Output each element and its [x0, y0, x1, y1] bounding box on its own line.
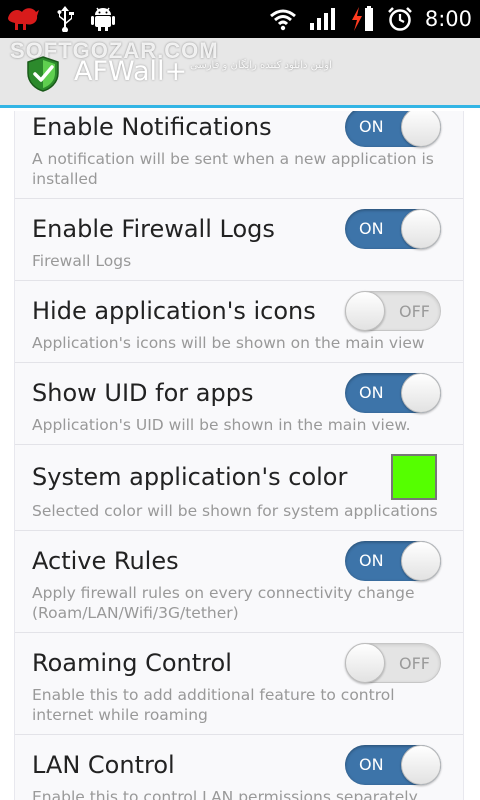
status-bar: 8:00 — [0, 0, 480, 38]
toggle-label: ON — [359, 755, 384, 774]
pref-summary: Application's icons will be shown on the… — [32, 334, 425, 352]
action-bar: SOFTGOZAR.COM اولین دانلود کننده رایگان … — [0, 38, 480, 108]
toggle-label: OFF — [399, 654, 430, 673]
pref-title: LAN Control — [32, 751, 175, 779]
pref-roaming-control[interactable]: Roaming Control Enable this to add addit… — [15, 633, 463, 735]
pref-title: Hide application's icons — [32, 297, 316, 325]
status-time: 8:00 — [424, 7, 472, 31]
pref-summary: Selected color will be shown for system … — [32, 502, 438, 520]
pref-lan-control[interactable]: LAN Control Enable this to control LAN p… — [15, 735, 463, 800]
toggle-knob — [401, 541, 441, 581]
toggle-knob — [401, 373, 441, 413]
toggle-knob — [401, 745, 441, 785]
toggle-label: ON — [359, 383, 384, 402]
battery-charging-icon — [351, 6, 373, 31]
toggle-knob — [401, 209, 441, 249]
alarm-clock-icon — [387, 7, 412, 31]
toggle-label: OFF — [399, 302, 430, 321]
pref-active-rules[interactable]: Active Rules Apply firewall rules on eve… — [15, 531, 463, 633]
pref-title: Enable Notifications — [32, 113, 272, 141]
show-uid-toggle[interactable]: ON — [345, 373, 441, 413]
toggle-label: ON — [359, 219, 384, 238]
pref-show-uid[interactable]: Show UID for apps Application's UID will… — [15, 363, 463, 445]
toggle-knob — [401, 111, 441, 147]
pref-summary: Enable this to control LAN permissions s… — [32, 788, 418, 800]
toggle-label: ON — [359, 117, 384, 136]
signal-icon — [309, 8, 335, 30]
hide-icons-toggle[interactable]: OFF — [345, 291, 441, 331]
active-rules-toggle[interactable]: ON — [345, 541, 441, 581]
roaming-control-toggle[interactable]: OFF — [345, 643, 441, 683]
pref-title: Show UID for apps — [32, 379, 254, 407]
pref-summary: A notification will be sent when a new a… — [32, 150, 434, 188]
android-debug-icon — [91, 7, 115, 31]
pref-title: Enable Firewall Logs — [32, 215, 275, 243]
notifications-toggle[interactable]: ON — [345, 111, 441, 147]
pref-summary: Apply firewall rules on every connectivi… — [32, 584, 415, 622]
firewall-logs-toggle[interactable]: ON — [345, 209, 441, 249]
color-swatch[interactable] — [391, 454, 437, 500]
app-title: AFWall+ — [74, 56, 188, 87]
pref-hide-app-icons[interactable]: Hide application's icons Application's i… — [15, 281, 463, 363]
pref-system-app-color[interactable]: System application's color Selected colo… — [15, 445, 463, 531]
wifi-icon — [269, 9, 296, 31]
toggle-knob — [345, 643, 385, 683]
pref-enable-notifications[interactable]: Enable Notifications A notification will… — [15, 111, 463, 199]
pref-title: System application's color — [32, 463, 348, 491]
pref-summary: Enable this to add additional feature to… — [32, 686, 395, 724]
notification-app-icon — [8, 8, 39, 30]
usb-icon — [57, 6, 74, 32]
toggle-knob — [345, 291, 385, 331]
lan-control-toggle[interactable]: ON — [345, 745, 441, 785]
app-shield-logo-icon[interactable] — [26, 56, 60, 92]
toggle-label: ON — [359, 551, 384, 570]
watermark-subtitle: اولین دانلود کننده رایگان و فارسی — [190, 60, 332, 71]
pref-enable-firewall-logs[interactable]: Enable Firewall Logs Firewall Logs ON — [15, 199, 463, 281]
preferences-list: Enable Notifications A notification will… — [14, 111, 464, 800]
pref-summary: Application's UID will be shown in the m… — [32, 416, 411, 434]
pref-title: Roaming Control — [32, 649, 232, 677]
pref-summary: Firewall Logs — [32, 252, 132, 270]
pref-title: Active Rules — [32, 547, 179, 575]
